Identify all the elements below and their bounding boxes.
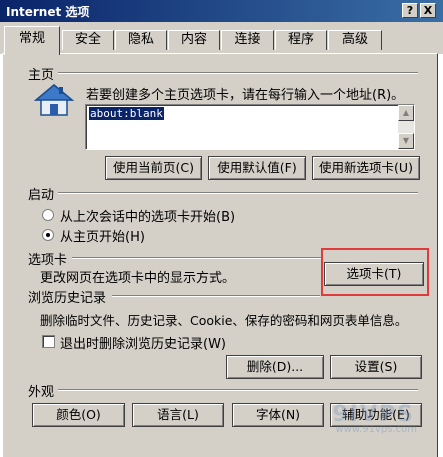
home-page-address-value: about:blank: [89, 107, 164, 120]
scroll-up-arrow-icon[interactable]: ▲: [398, 105, 414, 121]
help-button[interactable]: ?: [402, 3, 418, 18]
tab-privacy[interactable]: 隐私: [115, 30, 167, 50]
tab-connections[interactable]: 连接: [221, 30, 274, 50]
tabs-section-title: 选项卡: [28, 253, 68, 268]
tabs-divider: [72, 257, 322, 259]
tab-security[interactable]: 安全: [62, 30, 114, 50]
startup-section-title: 启动: [28, 188, 55, 203]
home-page-divider: [58, 72, 418, 74]
startup-last-session-radio[interactable]: [42, 209, 54, 221]
delete-on-exit-checkbox[interactable]: [42, 335, 55, 348]
delete-on-exit-label: 退出时删除浏览历史记录(W): [60, 337, 226, 352]
history-settings-button[interactable]: 设置(S): [330, 355, 422, 379]
home-page-instruction: 若要创建多个主页选项卡，请在每行输入一个地址(R)。: [86, 88, 405, 103]
tab-general[interactable]: 常规: [4, 26, 60, 55]
use-new-tab-button[interactable]: 使用新选项卡(U): [312, 156, 420, 180]
window-title: Internet 选项: [6, 5, 90, 19]
appearance-section-title: 外观: [28, 385, 55, 400]
address-scrollbar[interactable]: ▲ ▼: [398, 105, 414, 149]
fonts-button[interactable]: 字体(N): [232, 403, 324, 427]
startup-home-page-label: 从主页开始(H): [60, 230, 145, 245]
home-page-section-title: 主页: [28, 68, 55, 83]
tabs-description: 更改网页在选项卡中的显示方式。: [40, 271, 236, 286]
scroll-down-arrow-icon[interactable]: ▼: [398, 133, 414, 149]
tab-strip: 常规 安全 隐私 内容 连接 程序 高级: [0, 22, 443, 55]
colors-button[interactable]: 颜色(O): [32, 403, 125, 427]
browsing-history-description: 删除临时文件、历史记录、Cookie、保存的密码和网页表单信息。: [40, 313, 408, 328]
home-page-address-input[interactable]: about:blank ▲ ▼: [85, 104, 415, 150]
delete-history-button[interactable]: 删除(D)...: [226, 355, 324, 379]
highlight-box: [321, 248, 429, 296]
browsing-history-divider: [112, 295, 320, 297]
close-button[interactable]: X: [420, 3, 436, 18]
tab-content[interactable]: 内容: [168, 30, 220, 50]
use-default-button[interactable]: 使用默认值(F): [208, 156, 306, 180]
startup-home-page-radio[interactable]: [42, 229, 54, 241]
use-current-page-button[interactable]: 使用当前页(C): [105, 156, 202, 180]
tab-advanced[interactable]: 高级: [328, 30, 382, 50]
home-icon: [34, 84, 74, 116]
startup-divider: [58, 192, 418, 194]
browsing-history-section-title: 浏览历史记录: [28, 291, 107, 306]
watermark-url: www.91vps.com: [335, 424, 417, 435]
tab-programs[interactable]: 程序: [275, 30, 327, 50]
appearance-divider: [58, 389, 418, 391]
title-bar: Internet 选项 ? X: [0, 0, 443, 22]
languages-button[interactable]: 语言(L): [132, 403, 224, 427]
startup-last-session-label: 从上次会话中的选项卡开始(B): [60, 210, 236, 225]
